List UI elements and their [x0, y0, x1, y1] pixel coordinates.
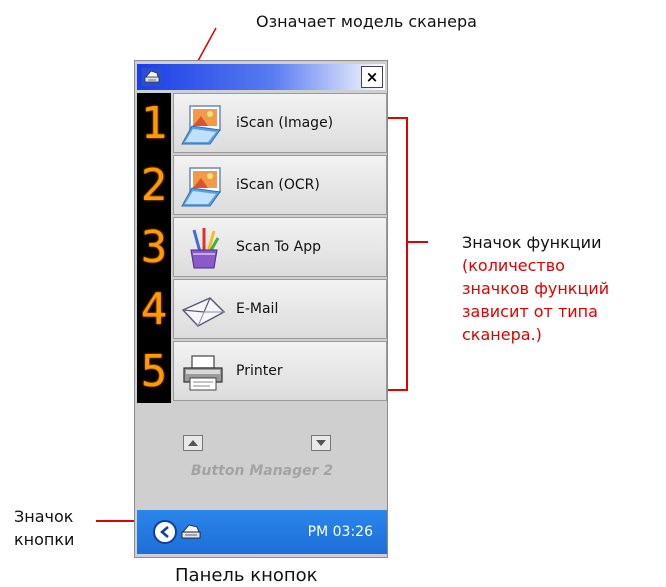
panel-caption: Панель кнопок	[175, 565, 318, 586]
email-button[interactable]: E-Mail	[173, 279, 387, 339]
bracket-bottom	[388, 389, 408, 391]
iscan-ocr-label: iScan (OCR)	[236, 177, 320, 193]
function-row-2: 2 iScan (OCR)	[137, 155, 387, 217]
ocr-scan-icon	[181, 167, 221, 207]
scanner-icon	[142, 68, 162, 86]
taskbar: PM 03:26	[137, 510, 387, 554]
function-row-1: 1 iScan (Image)	[137, 93, 387, 155]
scanner-tray-icon[interactable]	[179, 522, 203, 542]
printer-button[interactable]: Printer	[173, 341, 387, 401]
image-scan-icon	[181, 105, 221, 145]
bracket-top	[388, 117, 408, 119]
printer-icon	[183, 355, 223, 391]
function-note-line-3: зависит от типа	[462, 302, 598, 321]
clock: PM 03:26	[307, 524, 373, 540]
scroll-down-button[interactable]	[311, 435, 331, 451]
chevron-left-icon	[160, 526, 169, 538]
scan-to-app-button[interactable]: Scan To App	[173, 217, 387, 277]
iscan-image-label: iScan (Image)	[236, 115, 334, 131]
button-icon-annotation-line-1: Значок	[14, 507, 74, 526]
envelope-icon	[181, 297, 226, 327]
bracket-pointer	[406, 241, 428, 243]
function-row-4: 4 E-Mail	[137, 279, 387, 341]
function-note-line-2: значков функций	[462, 279, 610, 298]
function-row-5: 5 Printer	[137, 341, 387, 403]
paint-brushes-icon	[190, 228, 220, 269]
function-row-3: 3 Scan To App	[137, 217, 387, 279]
iscan-ocr-button[interactable]: iScan (OCR)	[173, 155, 387, 215]
printer-label: Printer	[236, 363, 283, 379]
product-brand: Button Manager 2	[190, 463, 334, 479]
button-manager-window: × 1 iScan (Image) 2 iScan (OCR) 3 Scan T…	[134, 60, 388, 558]
iscan-image-button[interactable]: iScan (Image)	[173, 93, 387, 153]
function-number-3: 3	[137, 217, 171, 279]
close-button[interactable]: ×	[361, 66, 383, 88]
function-number-1: 1	[137, 93, 171, 155]
bracket-vertical	[406, 117, 408, 391]
scan-to-app-label: Scan To App	[236, 239, 322, 255]
title-bar: ×	[137, 64, 385, 90]
scroll-up-button[interactable]	[183, 435, 203, 451]
triangle-up-icon	[188, 440, 198, 446]
email-label: E-Mail	[236, 301, 279, 317]
back-button[interactable]	[153, 520, 177, 544]
function-number-2: 2	[137, 155, 171, 217]
function-icon-annotation: Значок функции	[462, 233, 602, 252]
triangle-down-icon	[316, 440, 326, 446]
function-note-line-4: сканера.)	[462, 325, 542, 344]
function-number-4: 4	[137, 279, 171, 341]
function-note-line-1: (количество	[462, 256, 565, 275]
function-number-5: 5	[137, 341, 171, 403]
button-icon-annotation-line-2: кнопки	[14, 530, 75, 549]
